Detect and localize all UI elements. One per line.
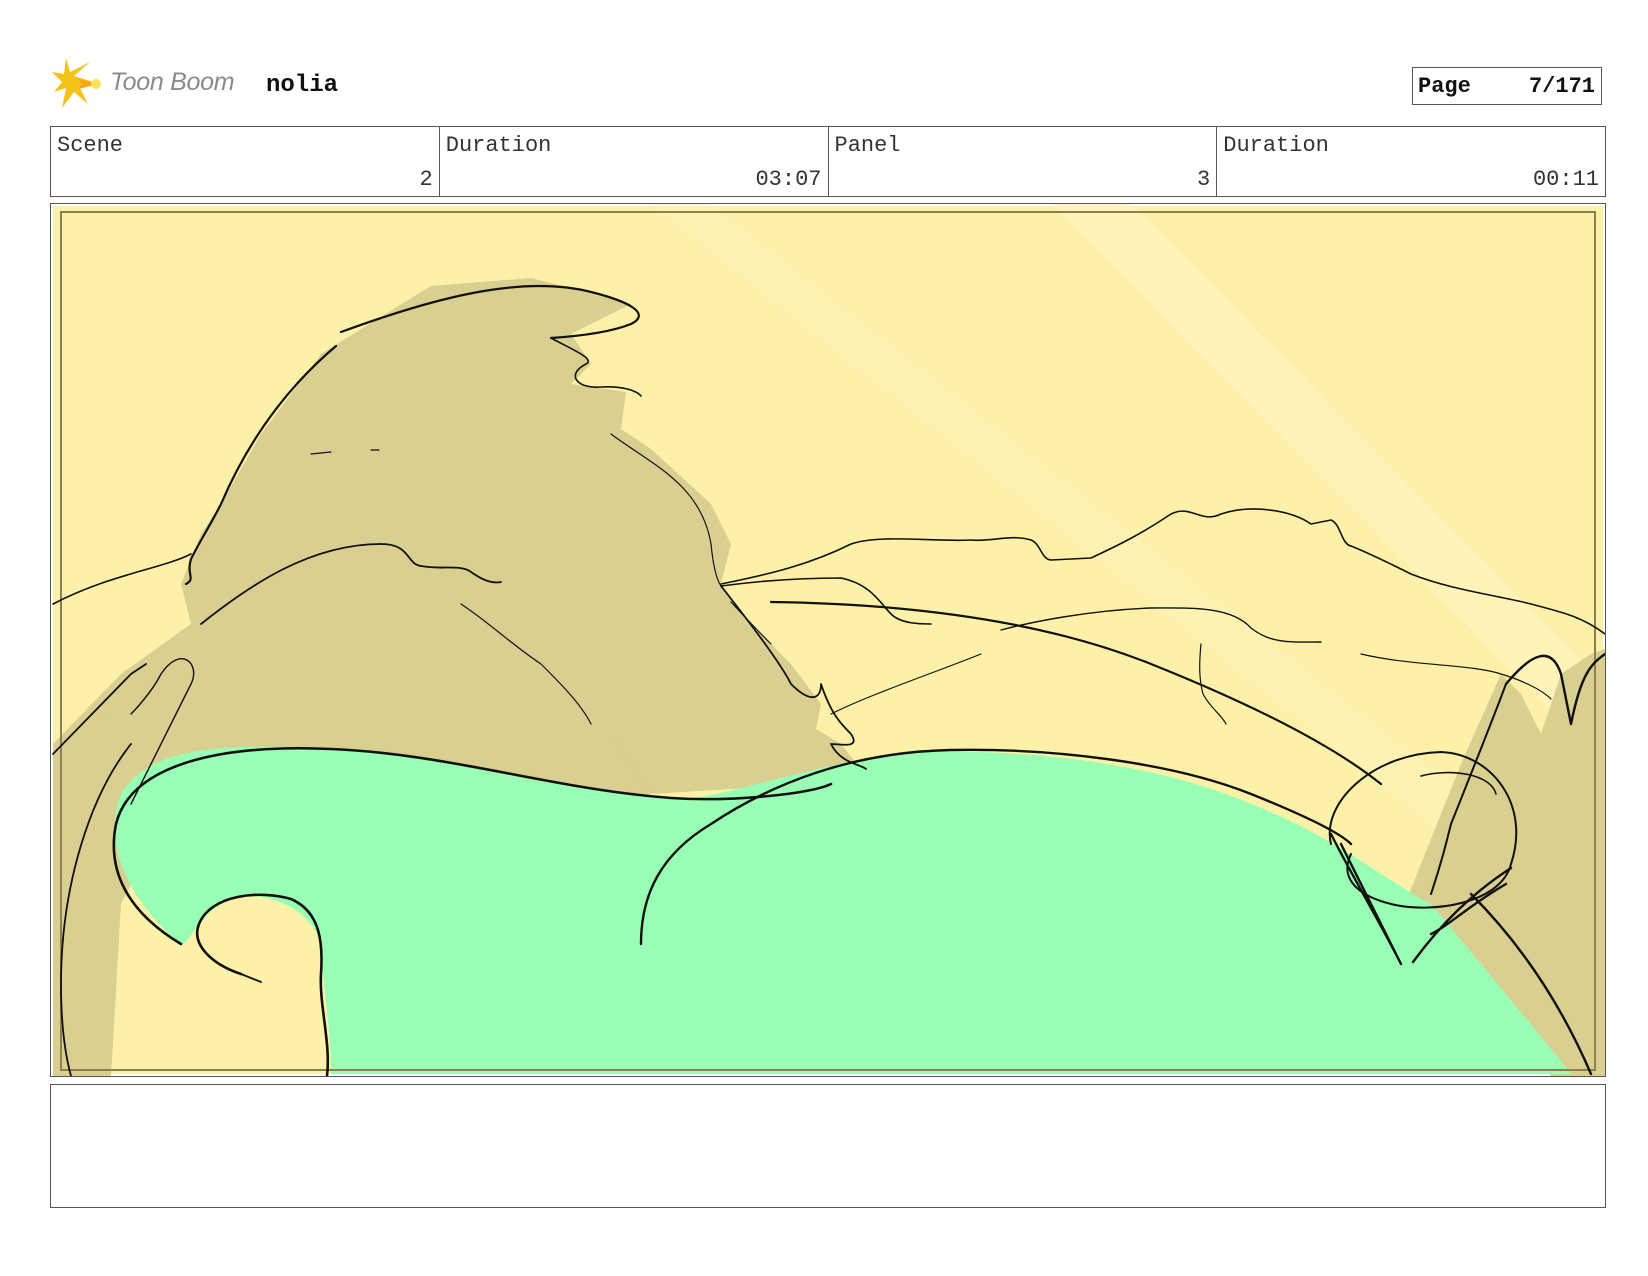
toon-boom-logo: Toon Boom — [52, 58, 252, 110]
scene-duration-cell: Duration 03:07 — [440, 127, 829, 196]
starburst-icon — [52, 58, 101, 108]
project-name: nolia — [266, 72, 339, 99]
panel-value: 3 — [1197, 167, 1211, 192]
scene-value: 2 — [419, 167, 433, 192]
page-indicator: Page 7/171 — [1412, 67, 1602, 105]
panel-cell: Panel 3 — [829, 127, 1218, 196]
page-value: 7/171 — [1528, 73, 1595, 99]
scene-duration-value: 03:07 — [755, 167, 822, 192]
page-label: Page — [1418, 73, 1471, 99]
scene-cell: Scene 2 — [51, 127, 440, 196]
panel-duration-cell: Duration 00:11 — [1217, 127, 1605, 196]
panel-duration-value: 00:11 — [1532, 167, 1599, 192]
panel-info-table: Scene 2 Duration 03:07 Panel 3 Duration … — [50, 126, 1606, 197]
logo-text: Toon Boom — [110, 68, 235, 96]
scene-label: Scene — [57, 133, 124, 158]
scene-duration-label: Duration — [445, 133, 552, 158]
panel-drawing — [52, 204, 1605, 1076]
storyboard-panel — [50, 203, 1606, 1077]
panel-duration-label: Duration — [1223, 133, 1329, 158]
panel-notes-box[interactable] — [50, 1084, 1606, 1208]
panel-label: Panel — [834, 133, 901, 158]
